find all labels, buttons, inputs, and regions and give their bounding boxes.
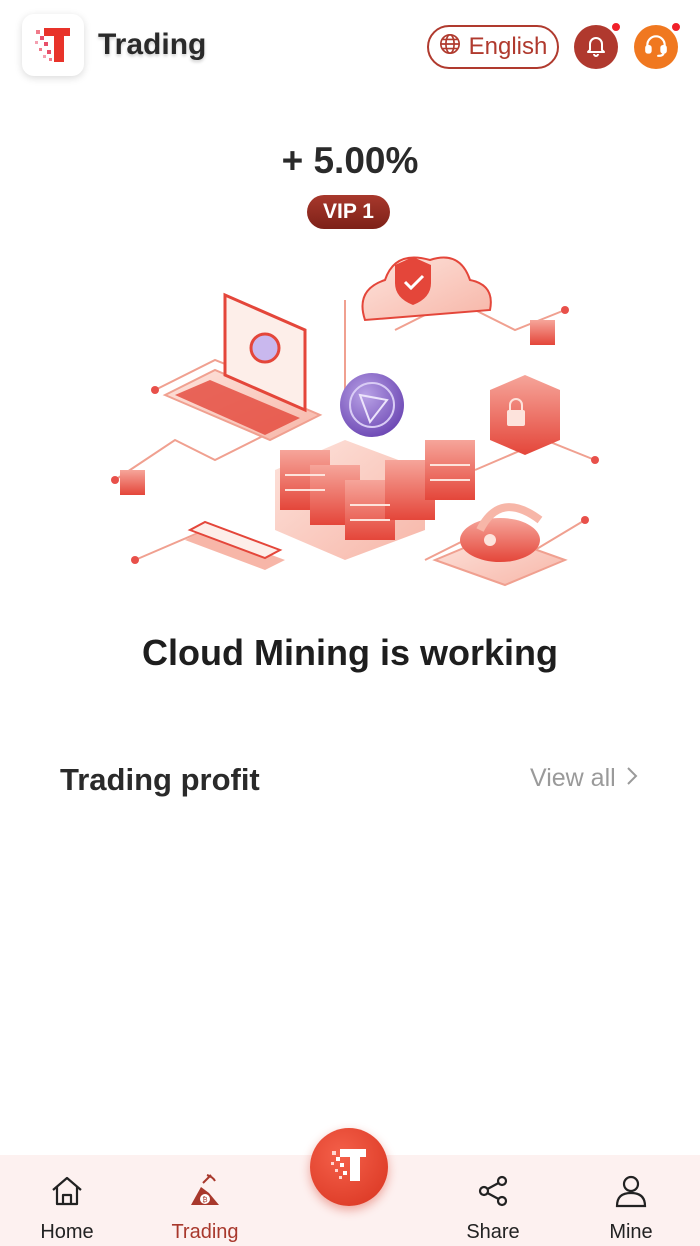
center-action-button[interactable] (310, 1128, 388, 1206)
mining-icon: ₿ (187, 1173, 223, 1215)
mining-status: Cloud Mining is working (142, 632, 558, 673)
globe-icon (439, 33, 461, 62)
chevron-right-icon (626, 764, 638, 793)
nav-label-trading: Trading (171, 1221, 239, 1243)
view-all-label: View all (530, 764, 616, 792)
language-label: English (468, 33, 548, 60)
svg-text:₿: ₿ (202, 1196, 207, 1204)
nav-item-trading[interactable]: ₿ Trading (150, 1173, 260, 1243)
trading-profit-title: Trading profit (60, 762, 260, 797)
nav-label-mine: Mine (609, 1221, 653, 1243)
nav-item-share[interactable]: Share (438, 1173, 548, 1243)
bell-icon (584, 33, 608, 62)
app-logo-icon[interactable] (22, 14, 84, 76)
profit-rate: + 5.00% (281, 140, 419, 181)
share-icon (475, 1173, 511, 1215)
home-icon (49, 1173, 85, 1215)
support-dot (671, 22, 681, 32)
cloud-mining-illustration (95, 240, 605, 620)
headset-icon (643, 32, 669, 63)
nav-item-mine[interactable]: Mine (576, 1173, 686, 1243)
page-title: Trading (98, 28, 207, 61)
nav-label-share: Share (466, 1221, 520, 1243)
user-icon (613, 1173, 649, 1215)
header: Trading English (0, 0, 700, 92)
view-all-link[interactable]: View all (530, 764, 638, 793)
notifications-button[interactable] (574, 22, 621, 69)
vip-badge: VIP 1 (307, 195, 390, 229)
brand-t-logo-icon (326, 1142, 372, 1193)
language-button[interactable]: English (427, 25, 559, 69)
nav-item-home[interactable]: Home (12, 1173, 122, 1243)
support-button[interactable] (634, 22, 681, 69)
notification-dot (611, 22, 621, 32)
nav-label-home: Home (40, 1221, 94, 1243)
